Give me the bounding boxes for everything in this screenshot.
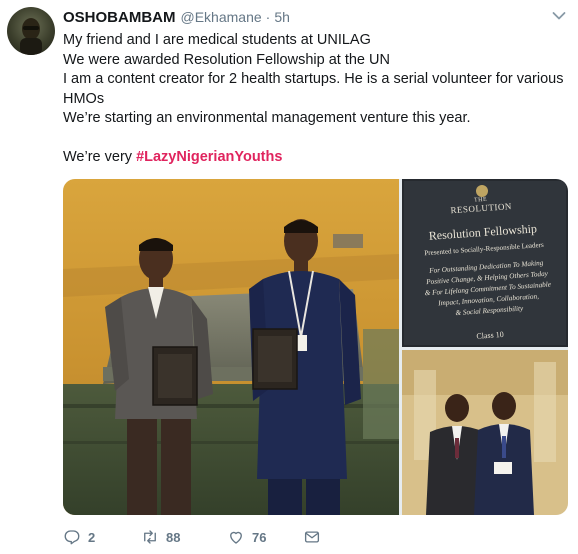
plaque-brand: THE RESOLUTION (402, 191, 564, 219)
reply-count: 2 (88, 529, 96, 545)
tweet-card[interactable]: OSHOBAMBAM @Ekhamane · 5h My friend and … (0, 0, 578, 554)
tweet-line: We’re starting an environmental manageme… (63, 110, 471, 126)
like-icon (230, 531, 242, 544)
photo-two-fellows-indoors[interactable] (402, 350, 568, 515)
tweet-timestamp[interactable]: 5h (274, 9, 290, 25)
tweet-text: My friend and I are medical students at … (63, 31, 568, 168)
message-icon (304, 531, 320, 543)
tweet-header: OSHOBAMBAM @Ekhamane · 5h (63, 9, 290, 29)
retweet-count: 88 (166, 529, 181, 545)
tweet-line: I am a content creator for 2 health star… (63, 71, 564, 107)
photo-two-fellows-with-plaques[interactable] (63, 179, 399, 515)
direct-message-button[interactable] (303, 527, 321, 547)
like-button[interactable]: 76 (227, 527, 266, 547)
avatar[interactable] (7, 7, 55, 55)
photo-resolution-plaque[interactable]: THE RESOLUTION Resolution Fellowship Pres… (402, 179, 568, 347)
retweet-button[interactable]: 88 (141, 527, 180, 547)
reply-button[interactable]: 2 (63, 527, 95, 547)
tweet-line: My friend and I are medical students at … (63, 32, 371, 48)
media-grid: THE RESOLUTION Resolution Fellowship Pres… (63, 179, 568, 515)
author-name[interactable]: OSHOBAMBAM (63, 9, 176, 26)
caret-down-icon[interactable] (552, 11, 566, 21)
like-count: 76 (252, 529, 267, 545)
author-handle[interactable]: @Ekhamane (181, 9, 262, 25)
closing-text: We’re very (63, 149, 137, 165)
header-separator: · (265, 9, 271, 25)
retweet-icon (144, 530, 156, 544)
tweet-closing-line: We’re very #LazyNigerianYouths (63, 148, 568, 168)
tweet-line: We were awarded Resolution Fellowship at… (63, 51, 390, 68)
reply-icon (64, 530, 80, 545)
hashtag-link[interactable]: #LazyNigerianYouths (136, 149, 282, 165)
plaque-class-label: Class 10 (476, 329, 505, 341)
